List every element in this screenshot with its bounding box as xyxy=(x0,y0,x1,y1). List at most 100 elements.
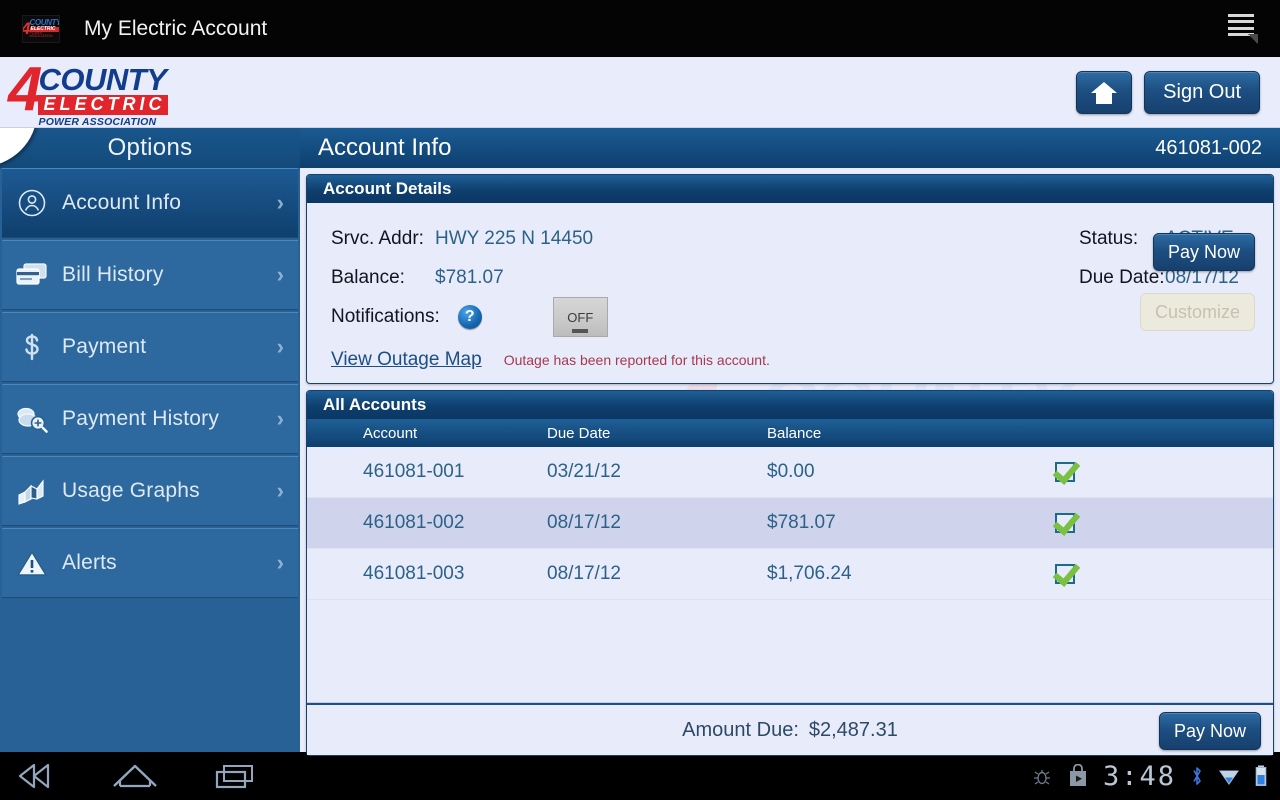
app-logo-icon: 4 COUNTY ELECTRIC POWER ASSOCIATION xyxy=(22,14,60,43)
checkbox-checked-icon[interactable] xyxy=(1055,462,1075,482)
all-accounts-title: All Accounts xyxy=(307,391,1273,419)
amount-due-label: Amount Due: xyxy=(682,718,799,741)
sign-out-button[interactable]: Sign Out xyxy=(1144,71,1260,114)
service-address-value: HWY 225 N 14450 xyxy=(435,227,594,249)
home-button[interactable] xyxy=(1076,71,1133,114)
sidebar-item-label: Payment History xyxy=(62,407,220,430)
current-account-number: 461081-002 xyxy=(1155,136,1262,159)
service-address-label: Srvc. Addr: xyxy=(331,227,424,249)
content-header: Account Info 461081-002 xyxy=(300,128,1280,168)
pay-now-button-accounts[interactable]: Pay Now xyxy=(1158,712,1261,750)
cell-account: 461081-001 xyxy=(363,461,465,482)
company-logo: 4 COUNTY ELECTRIC POWER ASSOCIATION xyxy=(8,55,169,128)
recent-apps-icon[interactable] xyxy=(212,762,258,790)
chevron-right-icon: › xyxy=(276,406,284,431)
android-title-bar: 4 COUNTY ELECTRIC POWER ASSOCIATION My E… xyxy=(0,0,1280,57)
logo-county: COUNTY xyxy=(38,62,167,97)
service-address-row: Srvc. Addr: HWY 225 N 14450 xyxy=(331,219,761,258)
battery-icon xyxy=(1254,764,1268,788)
all-accounts-panel: All Accounts Account Due Date Balance 46… xyxy=(306,390,1274,756)
brand-header: 4 COUNTY ELECTRIC POWER ASSOCIATION Sign… xyxy=(0,57,1280,128)
sidebar-item-bill-history[interactable]: Bill History › xyxy=(2,240,298,310)
table-row[interactable]: 461081-001 03/21/12 $0.00 xyxy=(307,447,1273,498)
cell-due-date: 03/21/12 xyxy=(547,461,621,482)
sidebar-item-alerts[interactable]: Alerts › xyxy=(2,528,298,598)
account-details-panel: Account Details Srvc. Addr: HWY 225 N 14… xyxy=(306,174,1274,384)
sidebar-item-usage-graphs[interactable]: Usage Graphs › xyxy=(2,456,298,526)
header-button-group: Sign Out xyxy=(1076,71,1260,114)
outage-row: View Outage Map Outage has been reported… xyxy=(331,349,770,371)
chevron-right-icon: › xyxy=(276,334,284,359)
cell-due-date: 08/17/12 xyxy=(547,512,621,533)
sidebar-item-label: Bill History xyxy=(62,263,164,286)
checkbox-checked-icon[interactable] xyxy=(1055,513,1075,533)
chevron-right-icon: › xyxy=(276,262,284,287)
cell-due-date: 08/17/12 xyxy=(547,563,621,584)
amount-due-value: $2,487.31 xyxy=(808,718,898,741)
sidebar-item-label: Payment xyxy=(62,335,147,358)
user-circle-icon xyxy=(2,188,62,218)
due-date-label: Due Date: xyxy=(1079,266,1165,288)
account-details-title: Account Details xyxy=(307,175,1273,203)
sidebar-item-label: Usage Graphs xyxy=(62,479,200,502)
credit-cards-icon xyxy=(2,262,62,288)
wifi-icon xyxy=(1218,765,1240,787)
details-left-column: Srvc. Addr: HWY 225 N 14450 Balance: $78… xyxy=(331,219,761,297)
balance-row: Balance: $781.07 xyxy=(331,258,761,297)
back-icon[interactable] xyxy=(14,763,58,789)
chevron-right-icon: › xyxy=(276,190,284,215)
sidebar: Options Account Info › Bill History › Pa… xyxy=(0,128,300,752)
page-title: Account Info xyxy=(318,134,452,161)
accounts-table-footer: Amount Due: $2,487.31 Pay Now xyxy=(307,703,1273,755)
play-store-icon[interactable] xyxy=(1067,764,1089,788)
notifications-toggle[interactable]: OFF xyxy=(552,297,608,337)
sidebar-item-payment[interactable]: Payment › xyxy=(2,312,298,382)
pay-now-button-details[interactable]: Pay Now xyxy=(1152,233,1255,271)
sidebar-title: Options xyxy=(0,128,300,168)
nav-buttons xyxy=(14,752,258,800)
status-icons: 3:48 xyxy=(1031,752,1268,800)
chevron-right-icon: › xyxy=(276,478,284,503)
content-area: Account Info 461081-002 4 COUNTY POWER A… xyxy=(300,128,1280,756)
notifications-toggle-label: OFF xyxy=(567,309,594,325)
sidebar-item-label: Account Info xyxy=(62,191,182,214)
help-question-icon[interactable]: ? xyxy=(457,305,482,329)
cell-balance: $1,706.24 xyxy=(767,563,852,584)
cell-balance: $0.00 xyxy=(767,461,815,482)
status-clock: 3:48 xyxy=(1102,760,1176,792)
app-root: 4 COUNTY ELECTRIC POWER ASSOCIATION My E… xyxy=(0,0,1280,800)
chevron-right-icon: › xyxy=(276,550,284,575)
cell-account: 461081-003 xyxy=(363,563,465,584)
checkbox-checked-icon[interactable] xyxy=(1055,564,1075,584)
logo-four: 4 xyxy=(8,55,43,124)
dollar-sign-icon xyxy=(2,332,62,362)
balance-label: Balance: xyxy=(331,266,405,288)
account-details-body: Srvc. Addr: HWY 225 N 14450 Balance: $78… xyxy=(307,203,1273,384)
column-header-balance: Balance xyxy=(767,424,822,442)
home-icon[interactable] xyxy=(110,762,160,790)
view-outage-map-link[interactable]: View Outage Map xyxy=(331,349,482,371)
accounts-table-header: Account Due Date Balance xyxy=(307,419,1273,447)
customize-button: Customize xyxy=(1139,293,1255,331)
balance-value: $781.07 xyxy=(435,266,504,288)
app-logo-four: 4 xyxy=(23,20,31,37)
app-logo-assoc: POWER ASSOCIATION xyxy=(29,30,53,38)
hamburger-menu-icon[interactable] xyxy=(1228,14,1258,44)
sidebar-title-label: Options xyxy=(107,134,193,161)
main-stage: Options Account Info › Bill History › Pa… xyxy=(0,128,1280,756)
notifications-label: Notifications: xyxy=(331,306,440,327)
bluetooth-icon xyxy=(1190,764,1204,788)
table-row[interactable]: 461081-003 08/17/12 $1,706.24 xyxy=(307,549,1273,600)
home-icon xyxy=(1091,81,1118,104)
sidebar-item-payment-history[interactable]: Payment History › xyxy=(2,384,298,454)
accounts-table-body: 461081-001 03/21/12 $0.00 461081-002 08/… xyxy=(307,447,1273,703)
coins-search-icon xyxy=(2,404,62,434)
table-row[interactable]: 461081-002 08/17/12 $781.07 xyxy=(307,498,1273,549)
app-title: My Electric Account xyxy=(84,16,268,40)
usb-debug-icon[interactable] xyxy=(1031,765,1053,787)
column-header-due-date: Due Date xyxy=(547,424,611,442)
sidebar-item-account-info[interactable]: Account Info › xyxy=(2,168,298,238)
logo-association: POWER ASSOCIATION xyxy=(38,115,157,128)
logo-electric: ELECTRIC xyxy=(38,94,169,115)
bar-chart-icon xyxy=(2,477,62,505)
